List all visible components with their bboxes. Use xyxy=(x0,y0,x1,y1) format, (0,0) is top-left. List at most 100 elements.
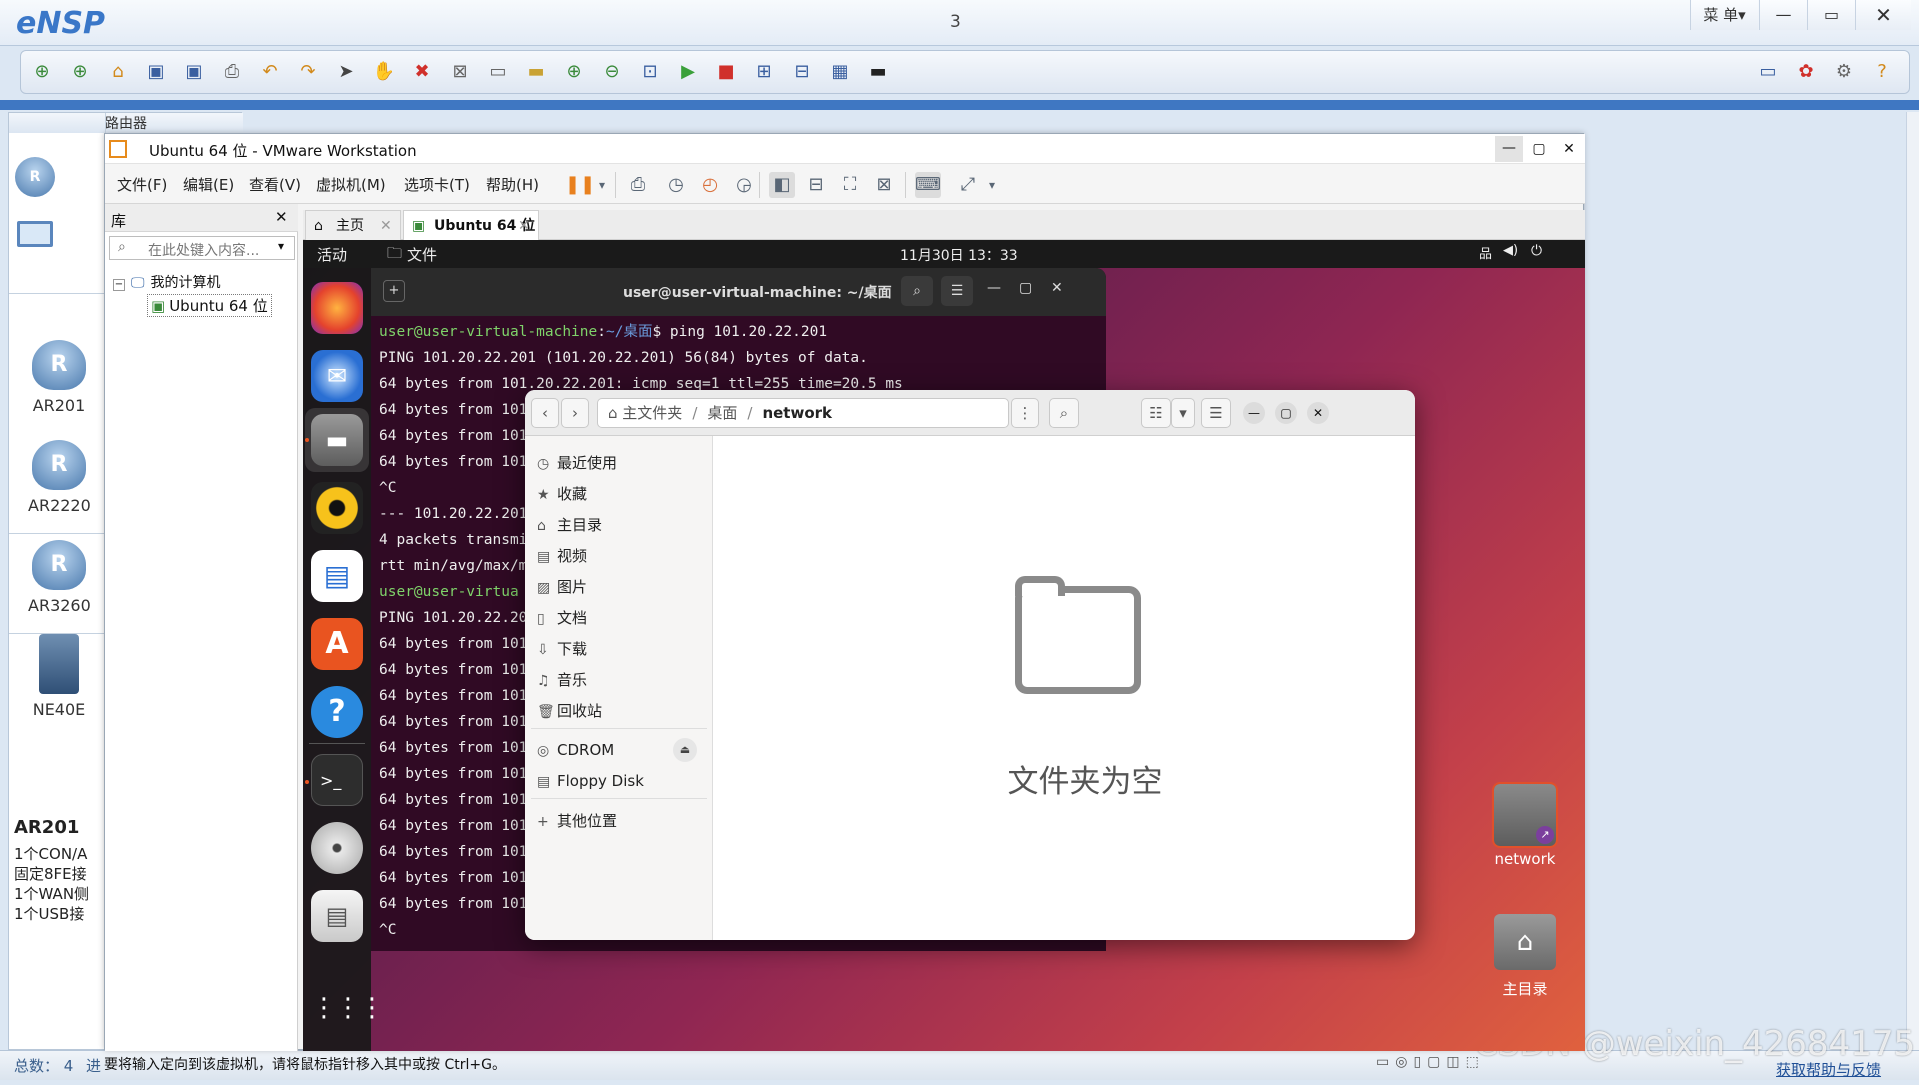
snapshot-manager-icon[interactable]: ◶ xyxy=(731,172,757,198)
help-icon[interactable]: ? xyxy=(1869,59,1895,85)
maximize-icon[interactable]: ▢ xyxy=(1019,280,1032,296)
activities-button[interactable]: 活动 xyxy=(317,244,347,265)
text-icon[interactable]: ▭ xyxy=(485,59,511,85)
close-icon[interactable]: ✕ xyxy=(380,211,392,241)
chevron-down-icon[interactable]: ▾ xyxy=(979,172,1005,198)
new-lab-icon[interactable]: ⊕ xyxy=(67,59,93,85)
software-icon[interactable]: A xyxy=(311,618,363,670)
rectangle-icon[interactable]: ▬ xyxy=(523,59,549,85)
file-manager-window[interactable]: ‹ › ⌂ 主文件夹 / 桌面 / network ⋮ ⌕ ☷ ▾ ☰ — ▢ ✕ ◷ 最… xyxy=(525,390,1415,940)
menu-file[interactable]: 文件(F) xyxy=(117,174,167,195)
search-icon[interactable]: ⌕ xyxy=(1049,398,1079,428)
ensp-menu-button[interactable]: 菜 单▾ xyxy=(1690,0,1758,30)
writer-icon[interactable]: ▤ xyxy=(311,550,363,602)
topology-icon[interactable]: ⊟ xyxy=(789,59,815,85)
menu-icon[interactable]: ☰ xyxy=(1201,398,1231,428)
menu-tabs[interactable]: 选项卡(T) xyxy=(404,174,470,195)
sidebar-item[interactable]: ▯ 文档 xyxy=(537,603,587,633)
device-ar201[interactable]: R AR201 xyxy=(28,340,90,415)
maximize-icon[interactable]: ▢ xyxy=(1275,402,1297,424)
chat-icon[interactable]: ▭ xyxy=(1755,59,1781,85)
path-menu-icon[interactable]: ⋮ xyxy=(1011,398,1039,428)
sidebar-device[interactable]: ◎ CDROM xyxy=(537,735,614,765)
back-button[interactable]: ‹ xyxy=(531,398,559,428)
delete-all-icon[interactable]: ⊠ xyxy=(447,59,473,85)
chevron-down-icon[interactable]: ▾ xyxy=(1171,398,1195,428)
sidebar-item[interactable]: ◷ 最近使用 xyxy=(537,448,617,478)
close-icon[interactable]: ✕ xyxy=(1307,402,1329,424)
desktop-icon-home[interactable]: ⌂ 主目录 xyxy=(1487,914,1563,999)
menu-edit[interactable]: 编辑(E) xyxy=(183,174,234,195)
grid-icon[interactable]: ▦ xyxy=(827,59,853,85)
collapse-icon[interactable]: − xyxy=(113,279,125,291)
zoom-in-icon[interactable]: ⊕ xyxy=(561,59,587,85)
sidebar-device[interactable]: ▤ Floppy Disk xyxy=(537,766,644,796)
ensp-maximize-button[interactable]: ▭ xyxy=(1807,0,1855,30)
print-icon[interactable]: ⎙ xyxy=(219,59,245,85)
hand-icon[interactable]: ✋ xyxy=(371,59,397,85)
fullscreen-icon[interactable]: ⛶ xyxy=(837,172,863,198)
select-icon[interactable]: ➤ xyxy=(333,59,359,85)
stop-icon[interactable]: ■ xyxy=(713,59,739,85)
rhythmbox-icon[interactable] xyxy=(311,482,363,534)
settings-icon[interactable]: ⚙ xyxy=(1831,59,1857,85)
redo-icon[interactable]: ↷ xyxy=(295,59,321,85)
snapshot-icon[interactable]: ◷ xyxy=(663,172,689,198)
device-ar2220[interactable]: R AR2220 xyxy=(28,440,91,515)
new-tab-icon[interactable]: + xyxy=(383,280,405,302)
app-menu[interactable]: 文件 xyxy=(407,244,437,265)
vmware-maximize-button[interactable]: ▢ xyxy=(1525,136,1553,162)
tab-home[interactable]: ⌂ 主页 ✕ xyxy=(305,210,401,240)
minimize-icon[interactable]: — xyxy=(1243,402,1265,424)
floppy-icon[interactable]: ▤ xyxy=(311,890,363,942)
files-icon[interactable]: ▬ xyxy=(311,414,363,466)
stretch-icon[interactable]: ⤢ xyxy=(955,172,981,198)
sidebar-item[interactable]: 🗑 回收站 xyxy=(537,696,602,726)
path-bar[interactable]: ⌂ 主文件夹 / 桌面 / network xyxy=(597,398,1009,428)
tab-ubuntu[interactable]: ▣ Ubuntu 64 位 ✕ xyxy=(403,210,539,240)
device-ne40e[interactable]: NE40E xyxy=(28,634,90,719)
fit-icon[interactable]: ⊡ xyxy=(637,59,663,85)
minimize-icon[interactable]: — xyxy=(987,280,1001,296)
sidebar-item[interactable]: ▤ 视频 xyxy=(537,541,587,571)
terminal-icon[interactable]: ▬ xyxy=(865,59,891,85)
sidebar-toggle-icon[interactable]: ◧ xyxy=(769,172,795,198)
huawei-icon[interactable]: ✿ xyxy=(1793,59,1819,85)
tree-root[interactable]: − 🖵 我的计算机 xyxy=(113,272,221,292)
menu-vm[interactable]: 虚拟机(M) xyxy=(316,174,386,195)
firefox-icon[interactable] xyxy=(311,282,363,334)
revert-snapshot-icon[interactable]: ◴ xyxy=(697,172,723,198)
chevron-down-icon[interactable]: ▾ xyxy=(278,239,284,253)
unity-icon[interactable]: ⊠ xyxy=(871,172,897,198)
list-view-icon[interactable]: ☷ xyxy=(1141,398,1171,428)
library-search-input[interactable]: ⌕ 在此处键入内容... ▾ xyxy=(109,236,295,260)
menu-view[interactable]: 查看(V) xyxy=(249,174,301,195)
network-icon[interactable]: 品 xyxy=(1479,243,1492,262)
breadcrumb-current[interactable]: network xyxy=(762,404,832,422)
router-category-icon[interactable]: R xyxy=(15,157,55,197)
console-icon[interactable]: ⌨ xyxy=(915,172,941,198)
cdrom-icon[interactable] xyxy=(311,822,363,874)
capture-icon[interactable]: ⊞ xyxy=(751,59,777,85)
ensp-minimize-button[interactable]: — xyxy=(1759,0,1807,30)
ensp-right-scroll[interactable] xyxy=(1906,112,1919,1050)
close-icon[interactable]: ✕ xyxy=(518,211,530,241)
send-keys-icon[interactable]: ⎙ xyxy=(625,172,651,198)
sidebar-item[interactable]: ♫ 音乐 xyxy=(537,665,587,695)
sidebar-item[interactable]: ⌂ 主目录 xyxy=(537,510,602,540)
open-icon[interactable]: ⌂ xyxy=(105,59,131,85)
sidebar-other-locations[interactable]: + 其他位置 xyxy=(537,806,617,836)
forward-button[interactable]: › xyxy=(561,398,589,428)
vmware-close-button[interactable]: ✕ xyxy=(1555,136,1583,162)
ensp-close-button[interactable]: ✕ xyxy=(1855,0,1911,30)
tree-item-ubuntu[interactable]: ▣ Ubuntu 64 位 xyxy=(147,294,272,317)
thunderbird-icon[interactable]: ✉ xyxy=(311,350,363,402)
sidebar-item[interactable]: ★ 收藏 xyxy=(537,479,587,509)
device-ar3260[interactable]: R AR3260 xyxy=(28,540,91,615)
start-icon[interactable]: ▶ xyxy=(675,59,701,85)
search-icon[interactable]: ⌕ xyxy=(901,276,933,306)
pause-icon[interactable]: ❚❚ xyxy=(565,172,595,198)
power-icon[interactable]: ⏻ xyxy=(1531,243,1542,259)
close-icon[interactable]: ✕ xyxy=(1051,280,1063,296)
new-topology-icon[interactable]: ⊕ xyxy=(29,59,55,85)
